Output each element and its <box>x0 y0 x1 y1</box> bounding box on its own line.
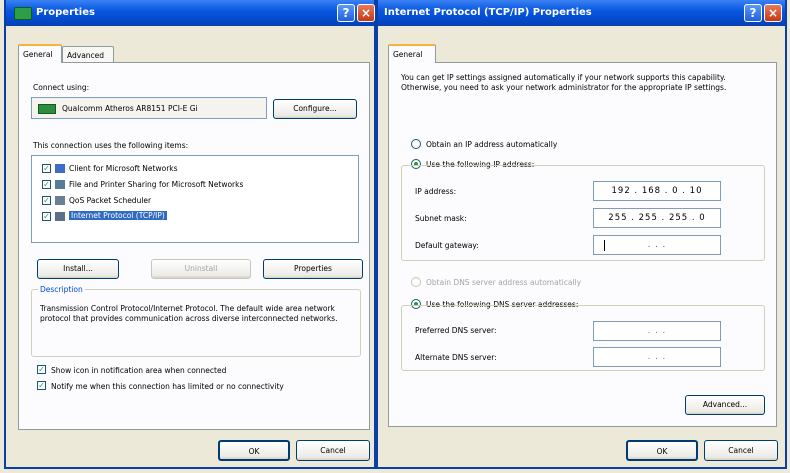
cancel-button[interactable]: Cancel <box>704 440 778 461</box>
notify-label: Notify me when this connection has limit… <box>51 382 284 391</box>
obtain-ip-auto-label: Obtain an IP address automatically <box>426 140 558 149</box>
default-gateway-value: . . . <box>647 240 667 250</box>
ip-address-field[interactable]: 192 . 168 . 0 . 10 <box>593 181 721 201</box>
subnet-mask-value: 255 . 255 . 255 . 0 <box>608 213 706 223</box>
help-button[interactable]: ? <box>337 4 355 22</box>
item-label: QoS Packet Scheduler <box>69 196 152 205</box>
preferred-dns-field[interactable]: . . . <box>593 321 721 341</box>
advanced-button[interactable]: Advanced... <box>685 395 765 415</box>
obtain-dns-auto-option[interactable]: Obtain DNS server address automatically <box>411 277 711 289</box>
network-connection-icon <box>14 7 32 20</box>
printer-sharing-icon <box>55 180 65 189</box>
cancel-button[interactable]: Cancel <box>296 440 370 461</box>
list-item[interactable]: ✓ Internet Protocol (TCP/IP) <box>42 210 342 224</box>
configure-button[interactable]: Configure... <box>273 99 357 119</box>
window-title: Properties <box>36 7 95 18</box>
connection-properties-window: Properties ? × General Advanced Connect … <box>4 0 376 469</box>
checkbox[interactable]: ✓ <box>42 164 51 173</box>
qos-icon <box>55 196 65 205</box>
properties-button[interactable]: Properties <box>263 259 363 279</box>
ip-address-label: IP address: <box>415 187 457 196</box>
adapter-field: Qualcomm Atheros AR8151 PCI-E Gi <box>31 97 267 119</box>
alternate-dns-field[interactable]: . . . <box>593 347 721 367</box>
subnet-mask-field[interactable]: 255 . 255 . 255 . 0 <box>593 208 721 228</box>
checkbox[interactable]: ✓ <box>42 196 51 205</box>
description-group: Description Transmission Control Protoco… <box>31 285 361 357</box>
close-button[interactable]: × <box>357 4 375 22</box>
adapter-name: Qualcomm Atheros AR8151 PCI-E Gi <box>62 104 198 113</box>
description-text: Transmission Control Protocol/Internet P… <box>40 304 338 323</box>
client-icon <box>55 164 65 173</box>
protocol-icon <box>55 212 65 221</box>
show-icon-option[interactable]: ✓ Show icon in notification area when co… <box>37 365 357 377</box>
connect-using-label: Connect using: <box>33 83 90 92</box>
show-icon-label: Show icon in notification area when conn… <box>51 366 227 375</box>
help-button[interactable]: ? <box>744 4 762 22</box>
checkbox[interactable]: ✓ <box>37 365 46 374</box>
tab-advanced[interactable]: Advanced <box>62 46 114 63</box>
list-item[interactable]: ✓ QoS Packet Scheduler <box>42 194 342 208</box>
checkbox[interactable]: ✓ <box>42 180 51 189</box>
ip-address-value: 192 . 168 . 0 . 10 <box>611 186 703 196</box>
radio-button[interactable] <box>411 139 421 149</box>
tcpip-properties-window: Internet Protocol (TCP/IP) Properties ? … <box>376 0 787 469</box>
ok-button[interactable]: OK <box>626 440 698 461</box>
general-panel: You can get IP settings assigned automat… <box>388 62 777 427</box>
default-gateway-field[interactable]: . . . <box>593 235 721 255</box>
list-item[interactable]: ✓ Client for Microsoft Networks <box>42 162 342 176</box>
item-label: Internet Protocol (TCP/IP) <box>69 211 167 220</box>
title-bar[interactable]: Properties ? × <box>6 0 375 26</box>
tab-general[interactable]: General <box>18 44 62 63</box>
preferred-dns-label: Preferred DNS server: <box>415 326 497 335</box>
network-adapter-icon <box>38 104 56 114</box>
checkbox[interactable]: ✓ <box>42 212 51 221</box>
checkbox[interactable]: ✓ <box>37 381 46 390</box>
components-list[interactable]: ✓ Client for Microsoft Networks ✓ File a… <box>31 155 359 243</box>
general-panel: Connect using: Qualcomm Atheros AR8151 P… <box>18 62 370 430</box>
description-title: Description <box>38 285 85 294</box>
item-label: File and Printer Sharing for Microsoft N… <box>69 180 244 189</box>
obtain-dns-auto-label: Obtain DNS server address automatically <box>426 278 582 287</box>
close-button[interactable]: × <box>764 4 782 22</box>
default-gateway-label: Default gateway: <box>415 241 479 250</box>
window-title: Internet Protocol (TCP/IP) Properties <box>384 7 592 18</box>
install-button[interactable]: Install... <box>37 259 119 279</box>
list-item[interactable]: ✓ File and Printer Sharing for Microsoft… <box>42 178 342 192</box>
alternate-dns-label: Alternate DNS server: <box>415 353 497 362</box>
ok-button[interactable]: OK <box>218 440 290 461</box>
tab-general[interactable]: General <box>388 44 436 63</box>
radio-button[interactable] <box>411 277 421 287</box>
uninstall-button[interactable]: Uninstall <box>151 259 251 279</box>
intro-text: You can get IP settings assigned automat… <box>401 73 727 92</box>
items-label: This connection uses the following items… <box>33 141 189 150</box>
notify-option[interactable]: ✓ Notify me when this connection has lim… <box>37 381 357 393</box>
subnet-mask-label: Subnet mask: <box>415 214 467 223</box>
alternate-dns-value: . . . <box>647 352 667 362</box>
preferred-dns-value: . . . <box>647 326 667 336</box>
obtain-ip-auto-option[interactable]: Obtain an IP address automatically <box>411 139 711 151</box>
title-bar[interactable]: Internet Protocol (TCP/IP) Properties ? … <box>378 0 785 26</box>
item-label: Client for Microsoft Networks <box>69 164 178 173</box>
